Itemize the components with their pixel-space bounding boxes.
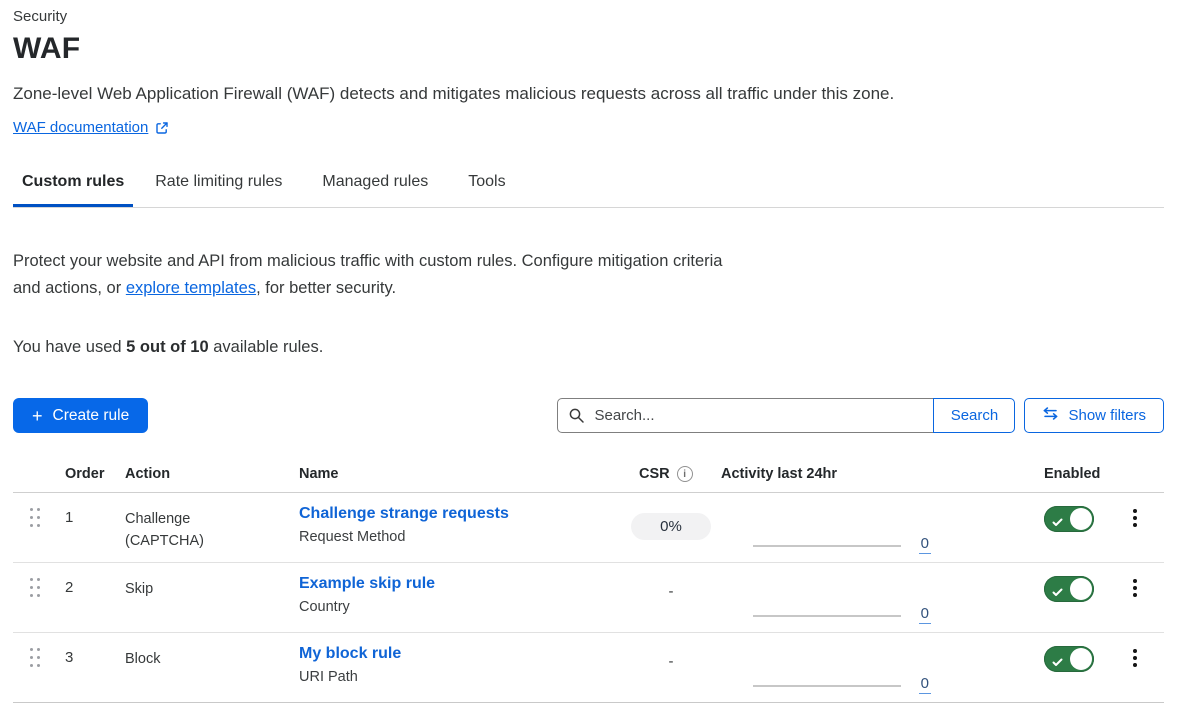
rule-name-link[interactable]: Challenge strange requests — [299, 505, 509, 523]
activity-cell: 0 — [721, 563, 931, 633]
create-rule-button[interactable]: + Create rule — [13, 398, 148, 433]
header-csr-label: CSR — [639, 466, 670, 482]
check-icon — [1052, 654, 1063, 672]
activity-sparkline — [753, 685, 901, 687]
rule-field: Request Method — [299, 529, 621, 545]
csr-value: - — [669, 583, 674, 600]
tab-tools[interactable]: Tools — [468, 173, 505, 207]
rule-field: Country — [299, 599, 621, 615]
drag-handle-icon[interactable] — [13, 633, 57, 667]
toggle-knob — [1070, 508, 1092, 530]
drag-handle-icon[interactable] — [13, 563, 57, 597]
rules-toolbar: + Create rule Search — [13, 398, 1164, 433]
kebab-menu-icon[interactable] — [1127, 577, 1143, 599]
table-row: 3 Block My block rule URI Path - 0 — [13, 633, 1164, 703]
enabled-toggle[interactable] — [1044, 646, 1094, 672]
activity-sparkline — [753, 615, 901, 617]
header-enabled: Enabled — [1024, 462, 1120, 492]
search-icon — [568, 407, 585, 429]
csr-cell: 0% — [621, 493, 721, 540]
show-filters-button-label: Show filters — [1068, 407, 1146, 424]
tab-custom-rules[interactable]: Custom rules — [13, 173, 133, 207]
table-row: 1 Challenge (CAPTCHA) Challenge strange … — [13, 493, 1164, 563]
tab-managed-rules[interactable]: Managed rules — [322, 173, 428, 207]
search-button[interactable]: Search — [933, 398, 1015, 433]
activity-count-link[interactable]: 0 — [919, 675, 931, 694]
plus-icon: + — [32, 407, 43, 425]
waf-tab-bar: Custom rules Rate limiting rules Managed… — [13, 173, 1164, 208]
swap-arrows-icon — [1042, 407, 1059, 424]
rule-order: 3 — [57, 633, 117, 666]
csr-cell: - — [621, 633, 721, 671]
rules-usage-summary: You have used 5 out of 10 available rule… — [13, 338, 1164, 357]
page-title: WAF — [13, 32, 1164, 66]
waf-documentation-link[interactable]: WAF documentation — [13, 119, 169, 136]
activity-cell: 0 — [721, 633, 931, 703]
custom-rules-intro: Protect your website and API from malici… — [13, 248, 748, 302]
csr-cell: - — [621, 563, 721, 601]
search-and-filters: Search Show filters — [557, 398, 1164, 433]
usage-count: 5 out of 10 — [126, 338, 209, 356]
rule-order: 1 — [57, 493, 117, 526]
info-icon[interactable]: i — [677, 466, 693, 482]
external-link-icon — [155, 121, 169, 135]
create-rule-button-label: Create rule — [53, 407, 130, 425]
rule-name-link[interactable]: Example skip rule — [299, 575, 435, 593]
toggle-knob — [1070, 648, 1092, 670]
tab-rate-limiting-rules[interactable]: Rate limiting rules — [155, 173, 282, 207]
breadcrumb-security: Security — [13, 0, 1164, 25]
rule-name-link[interactable]: My block rule — [299, 645, 401, 663]
intro-text-after: , for better security. — [256, 279, 396, 297]
usage-prefix: You have used — [13, 338, 126, 356]
header-csr: CSR i — [621, 462, 721, 492]
enabled-toggle[interactable] — [1044, 576, 1094, 602]
waf-documentation-link-label: WAF documentation — [13, 119, 148, 136]
toggle-knob — [1070, 578, 1092, 600]
activity-sparkline — [753, 545, 901, 547]
usage-suffix: available rules. — [209, 338, 324, 356]
csr-badge: 0% — [631, 513, 711, 540]
rule-name-cell: My block rule URI Path — [291, 633, 621, 685]
table-header-row: Order Action Name CSR i Activity last 24… — [13, 456, 1164, 493]
rule-action: Challenge (CAPTCHA) — [117, 493, 237, 552]
drag-handle-icon[interactable] — [13, 493, 57, 527]
rule-action: Skip — [117, 563, 237, 600]
enabled-toggle[interactable] — [1044, 506, 1094, 532]
header-order: Order — [57, 462, 117, 492]
activity-count-link[interactable]: 0 — [919, 605, 931, 624]
table-row: 2 Skip Example skip rule Country - 0 — [13, 563, 1164, 633]
header-name: Name — [291, 462, 621, 492]
header-drag-spacer — [13, 462, 57, 476]
header-menu-spacer — [1120, 462, 1164, 476]
kebab-menu-icon[interactable] — [1127, 647, 1143, 669]
custom-rules-table: Order Action Name CSR i Activity last 24… — [13, 456, 1164, 703]
show-filters-button[interactable]: Show filters — [1024, 398, 1164, 433]
page-description: Zone-level Web Application Firewall (WAF… — [13, 84, 1164, 104]
rule-name-cell: Example skip rule Country — [291, 563, 621, 615]
rule-field: URI Path — [299, 669, 621, 685]
csr-value: - — [669, 653, 674, 670]
check-icon — [1052, 584, 1063, 602]
check-icon — [1052, 514, 1063, 532]
header-spacer — [931, 462, 1024, 476]
header-activity: Activity last 24hr — [721, 462, 931, 492]
header-action: Action — [117, 462, 291, 492]
rule-name-cell: Challenge strange requests Request Metho… — [291, 493, 621, 545]
activity-count-link[interactable]: 0 — [919, 535, 931, 554]
rule-order: 2 — [57, 563, 117, 596]
activity-cell: 0 — [721, 493, 931, 563]
explore-templates-link[interactable]: explore templates — [126, 279, 256, 297]
kebab-menu-icon[interactable] — [1127, 507, 1143, 529]
rule-action: Block — [117, 633, 237, 670]
search-input[interactable] — [557, 398, 934, 433]
